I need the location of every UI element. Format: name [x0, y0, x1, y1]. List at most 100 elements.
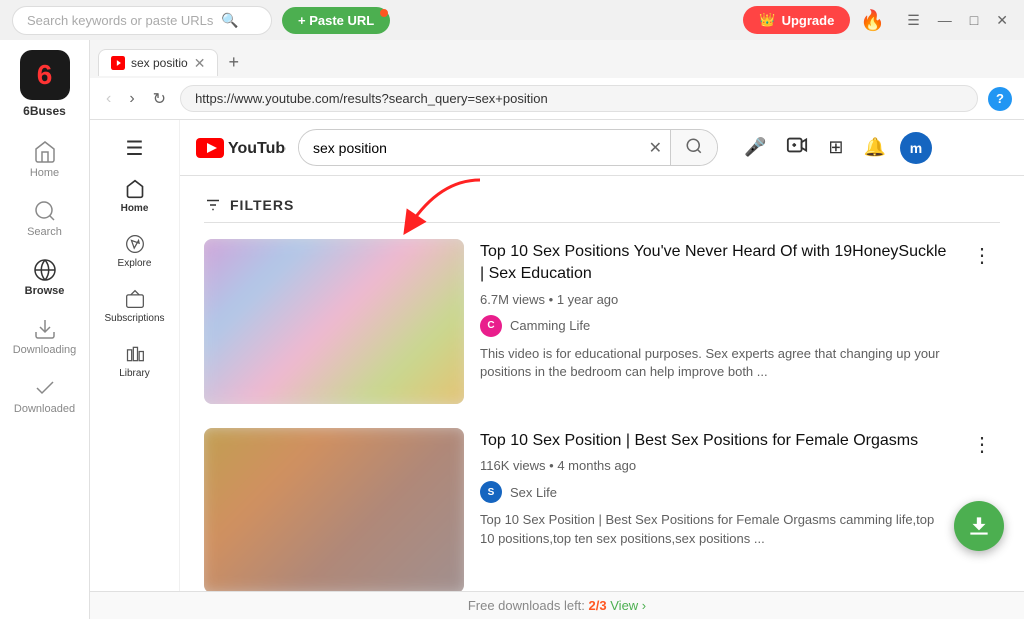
download-icon	[966, 513, 992, 539]
result-title-1: Top 10 Sex Positions You've Never Heard …	[480, 241, 948, 286]
yt-logo: YouTube	[196, 138, 286, 158]
minimize-button[interactable]: —	[934, 10, 956, 30]
footer-prefix: Free downloads left:	[468, 598, 585, 613]
yt-main: YouTube ✕ 🎤	[180, 120, 1024, 591]
result-more-button-2[interactable]: ⋮	[964, 428, 1000, 461]
yt-home-icon	[125, 179, 145, 199]
sidebar-item-downloading[interactable]: Downloading	[0, 307, 89, 366]
yt-nav-subscriptions[interactable]: Subscriptions	[90, 279, 179, 334]
app-logo: 6	[20, 50, 70, 100]
maximize-button[interactable]: □	[966, 10, 982, 30]
search-icon: 🔍	[221, 12, 238, 29]
title-bar: Search keywords or paste URLs 🔍 + Paste …	[0, 0, 1024, 40]
sidebar-item-browse[interactable]: Browse	[0, 248, 89, 307]
result-time-2: 4 months ago	[557, 458, 636, 473]
browser-content: ☰ Home Explore Subscriptions Library	[90, 120, 1024, 591]
yt-add-video-button[interactable]	[780, 128, 814, 167]
yt-home-label: Home	[121, 203, 149, 214]
result-meta-2: 116K views • 4 months ago	[480, 458, 948, 473]
downloading-label: Downloading	[13, 344, 77, 356]
yt-search-clear-button[interactable]: ✕	[641, 138, 670, 158]
upgrade-label: Upgrade	[782, 13, 835, 28]
yt-explore-label: Explore	[118, 258, 152, 269]
channel-name-2: Sex Life	[510, 485, 557, 500]
sidebar-item-downloaded[interactable]: Downloaded	[0, 366, 89, 425]
back-button[interactable]: ‹	[102, 88, 115, 110]
filters-label: FILTERS	[230, 197, 294, 213]
app-sidebar: 6 6Buses Home Search Browse Downloading …	[0, 40, 90, 619]
downloaded-label: Downloaded	[14, 403, 75, 415]
yt-search-bar[interactable]: ✕	[298, 129, 718, 166]
yt-menu-button[interactable]: ☰	[118, 128, 152, 169]
yt-search-content: FILTERS Top 10 Sex Positions You've Neve…	[180, 176, 1024, 591]
yt-header: YouTube ✕ 🎤	[180, 120, 1024, 176]
forward-button[interactable]: ›	[125, 88, 138, 110]
search-url-text: Search keywords or paste URLs	[27, 13, 213, 28]
yt-nav-home[interactable]: Home	[90, 169, 179, 224]
search-nav-icon	[33, 199, 57, 223]
add-tab-button[interactable]: +	[222, 50, 245, 75]
menu-button[interactable]: ☰	[903, 10, 924, 31]
help-button[interactable]: ?	[988, 87, 1012, 111]
refresh-button[interactable]: ↻	[149, 87, 170, 111]
yt-sidebar: ☰ Home Explore Subscriptions Library	[90, 120, 180, 591]
yt-explore-icon	[125, 234, 145, 254]
result-desc-1: This video is for educational purposes. …	[480, 345, 948, 381]
channel-name-1: Camming Life	[510, 318, 590, 333]
result-meta-1: 6.7M views • 1 year ago	[480, 292, 948, 307]
yt-notifications-button[interactable]: 🔔	[858, 131, 892, 164]
yt-nav-explore[interactable]: Explore	[90, 224, 179, 279]
footer-bar: Free downloads left: 2/3 View ›	[90, 591, 1024, 619]
add-video-icon	[786, 134, 808, 156]
search-url-bar[interactable]: Search keywords or paste URLs 🔍	[12, 6, 272, 35]
result-more-button-1[interactable]: ⋮	[964, 239, 1000, 272]
result-title-2: Top 10 Sex Position | Best Sex Positions…	[480, 430, 948, 452]
browser-area: sex positio ✕ + ‹ › ↻ https://www.youtub…	[90, 40, 1024, 619]
filter-icon	[204, 196, 222, 214]
nav-bar: ‹ › ↻ https://www.youtube.com/results?se…	[90, 78, 1024, 120]
home-icon	[33, 140, 57, 164]
upgrade-button[interactable]: 👑 Upgrade	[743, 6, 850, 34]
yt-logo-icon: YouTube	[196, 138, 286, 158]
yt-avatar[interactable]: m	[900, 132, 932, 164]
result-thumbnail-2[interactable]	[204, 428, 464, 591]
result-info-1: Top 10 Sex Positions You've Never Heard …	[480, 239, 948, 404]
result-desc-2: Top 10 Sex Position | Best Sex Positions…	[480, 511, 948, 547]
yt-search-button[interactable]	[670, 130, 717, 165]
paste-url-label: + Paste URL	[298, 13, 374, 28]
result-thumbnail-1[interactable]	[204, 239, 464, 404]
flame-icon: 🔥	[860, 8, 885, 33]
tab-title: sex positio	[131, 56, 188, 70]
app-logo-text: 6	[37, 59, 53, 91]
youtube-favicon	[111, 56, 125, 70]
app-container: 6 6Buses Home Search Browse Downloading …	[0, 40, 1024, 619]
yt-mic-button[interactable]: 🎤	[738, 131, 772, 164]
tab-close-button[interactable]: ✕	[194, 56, 206, 70]
browser-tab[interactable]: sex positio ✕	[98, 49, 218, 76]
result-item-1: Top 10 Sex Positions You've Never Heard …	[204, 239, 1000, 404]
close-button[interactable]: ✕	[992, 10, 1012, 31]
yt-search-icon	[685, 137, 703, 155]
downloaded-icon	[33, 376, 57, 400]
url-bar[interactable]: https://www.youtube.com/results?search_q…	[180, 85, 978, 112]
result-info-2: Top 10 Sex Position | Best Sex Positions…	[480, 428, 948, 591]
download-fab-button[interactable]	[954, 501, 1004, 551]
result-channel-1: C Camming Life	[480, 315, 948, 337]
filters-bar: FILTERS	[204, 188, 1000, 223]
channel-avatar-2: S	[480, 481, 502, 503]
app-name-label: 6Buses	[23, 104, 66, 118]
yt-nav-library[interactable]: Library	[90, 334, 179, 389]
yt-header-icons: 🎤 ⊞ 🔔 m	[738, 128, 932, 167]
sidebar-item-search[interactable]: Search	[0, 189, 89, 248]
window-controls: ☰ — □ ✕	[903, 10, 1012, 31]
paste-url-dot	[380, 9, 388, 17]
yt-search-input[interactable]	[299, 133, 641, 163]
yt-library-label: Library	[119, 368, 150, 379]
paste-url-button[interactable]: + Paste URL	[282, 7, 390, 34]
footer-view-link[interactable]: View ›	[610, 598, 646, 613]
footer-count: 2/3	[589, 598, 607, 613]
title-bar-right: 👑 Upgrade 🔥 ☰ — □ ✕	[743, 6, 1012, 34]
yt-grid-button[interactable]: ⊞	[822, 131, 849, 164]
yt-subscriptions-label: Subscriptions	[104, 313, 164, 324]
sidebar-item-home[interactable]: Home	[0, 130, 89, 189]
